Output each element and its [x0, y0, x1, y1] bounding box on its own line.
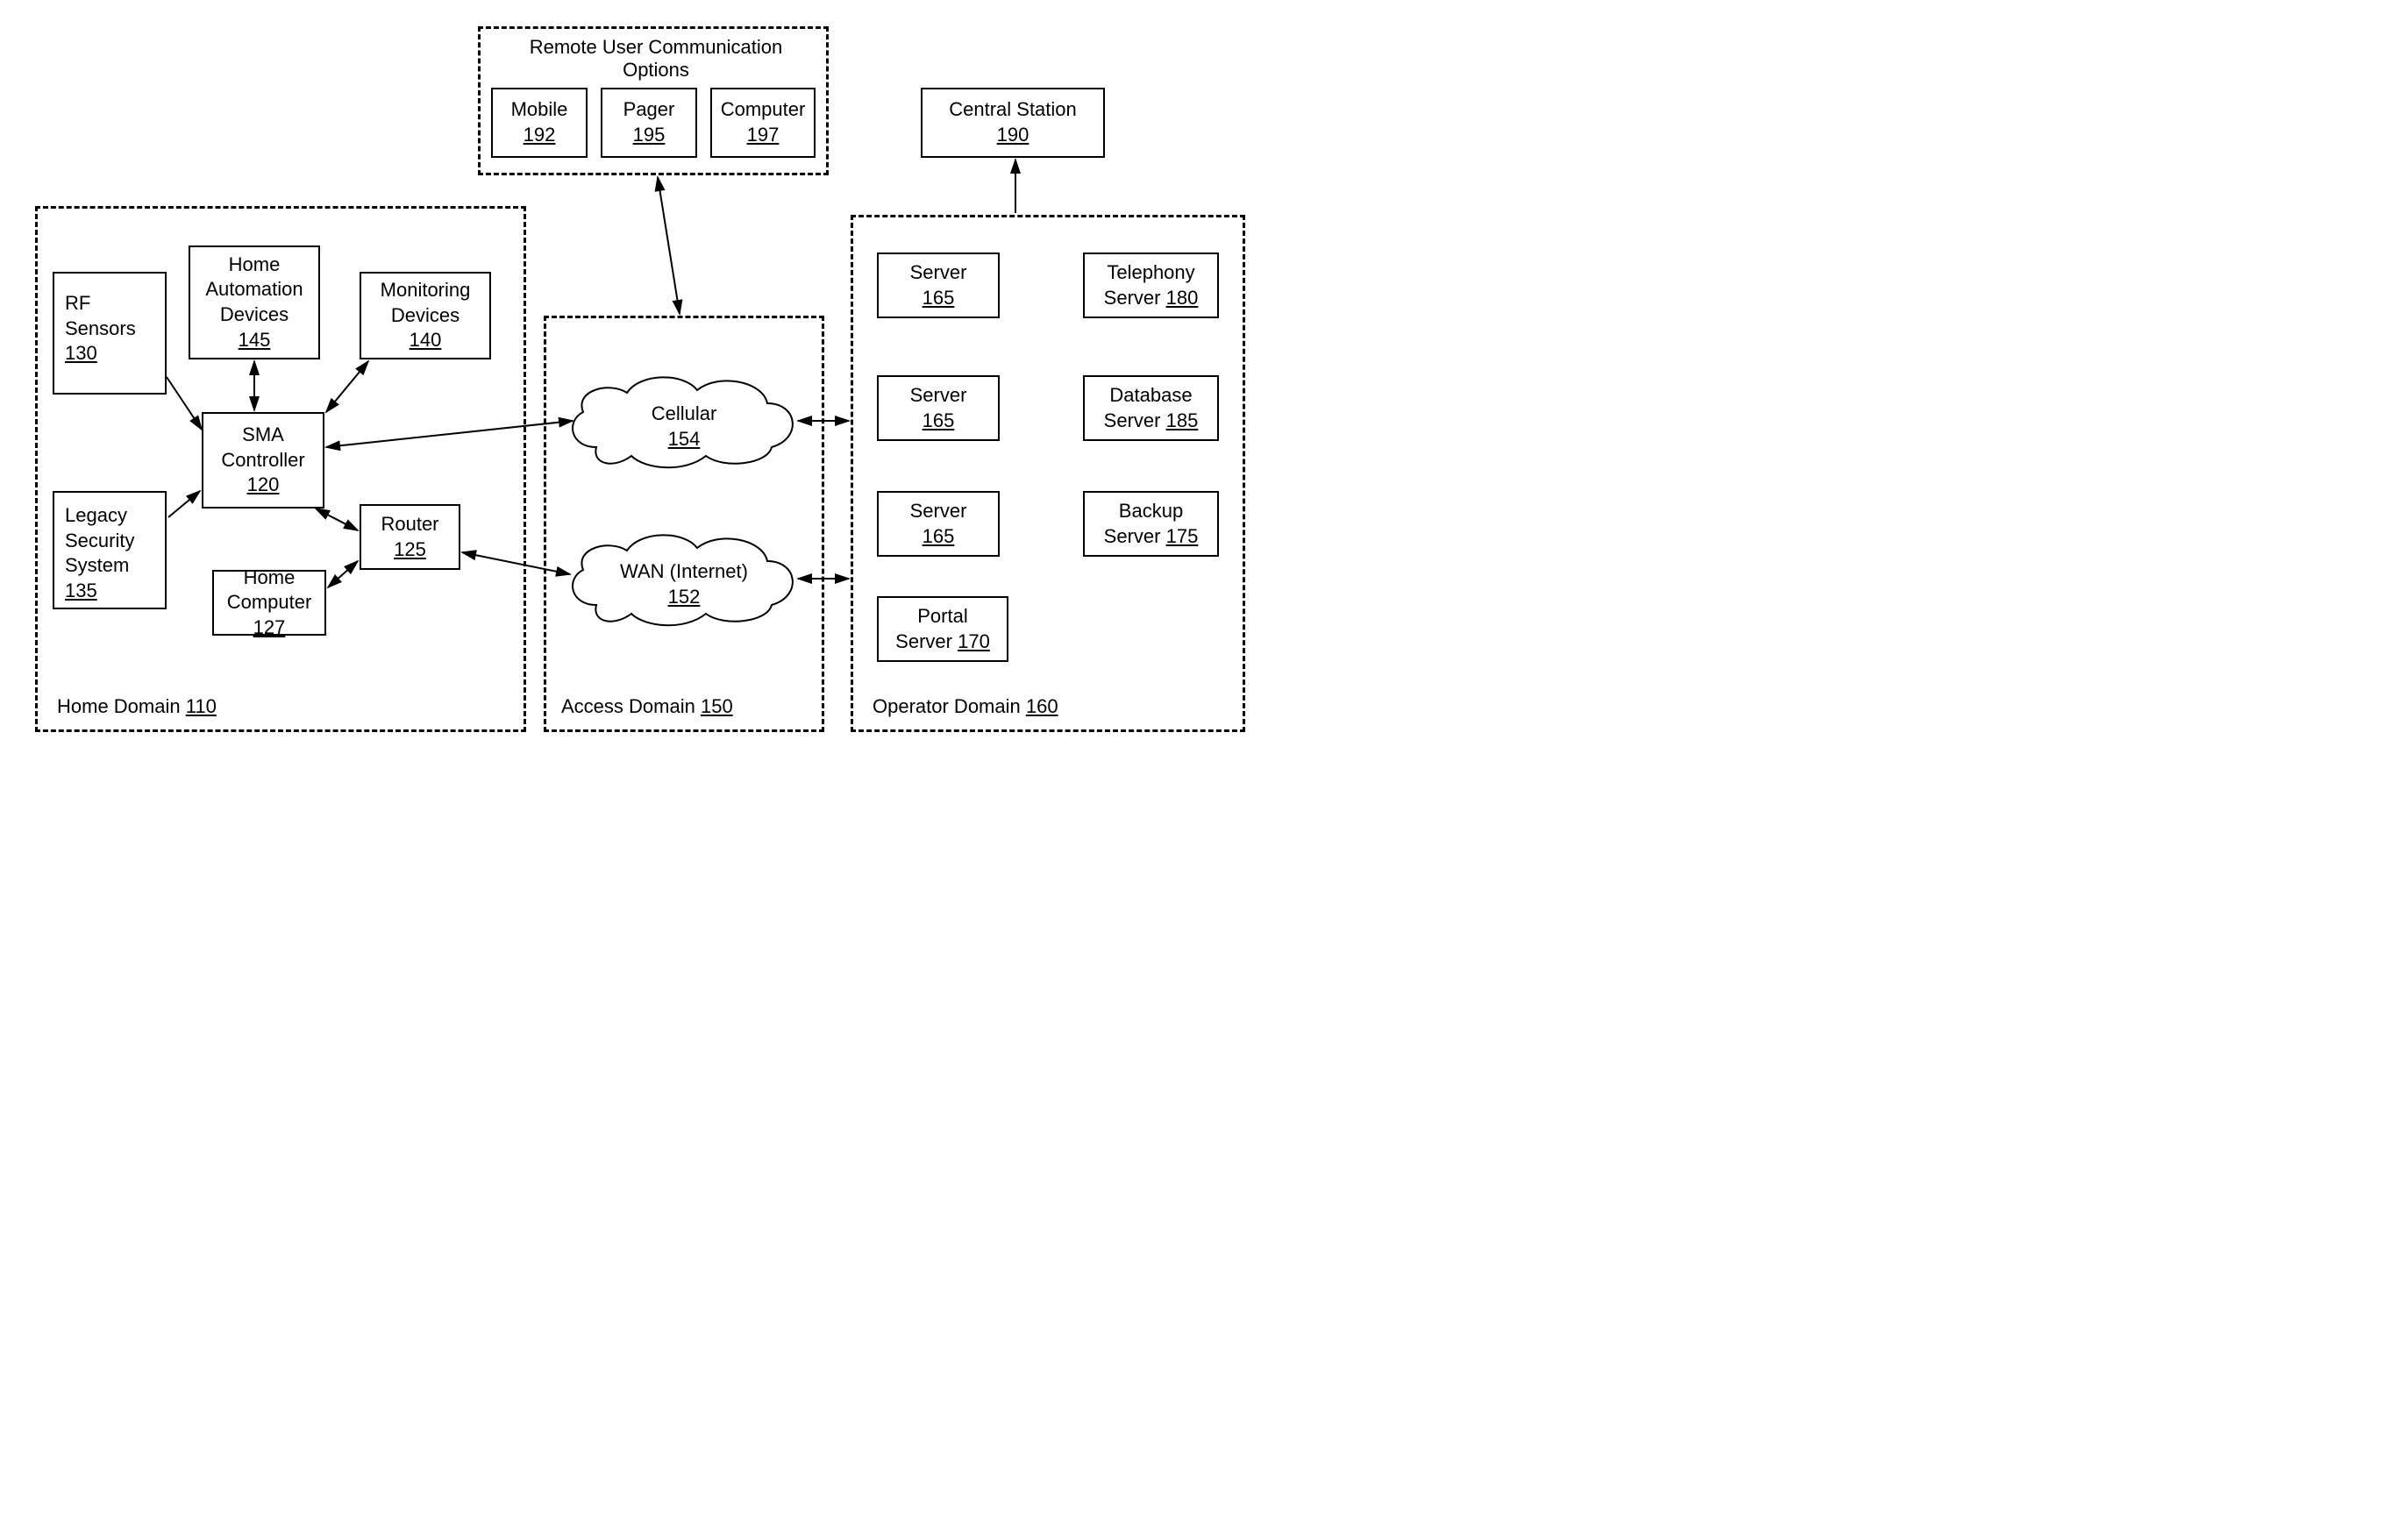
leg-num: 135 [58, 579, 97, 604]
wan-num: 152 [668, 586, 701, 608]
mon-l1: Monitoring [381, 278, 471, 303]
hcomp-l1: Home [244, 565, 296, 591]
sma-l2: Controller [221, 448, 304, 473]
legacy-security-box: Legacy Security System 135 [53, 491, 167, 609]
tel-l1: Telephony [1107, 260, 1194, 286]
computer-num: 197 [747, 123, 780, 148]
backup-num: 175 [1166, 525, 1199, 547]
router-label: Router [381, 512, 438, 537]
mobile-box: Mobile 192 [491, 88, 588, 158]
leg-l3: System [58, 553, 129, 579]
computer-label: Computer [721, 97, 806, 123]
sma-num: 120 [247, 473, 280, 498]
operator-domain-label: Operator Domain 160 [873, 695, 1058, 718]
had-num: 145 [239, 328, 271, 353]
pager-label: Pager [623, 97, 675, 123]
central-station-box: Central Station 190 [921, 88, 1105, 158]
mon-l2: Devices [391, 303, 460, 329]
server1-label: Server [910, 260, 967, 286]
mobile-label: Mobile [511, 97, 568, 123]
portal-l1: Portal [917, 604, 967, 629]
telephony-server-box: Telephony Server 180 [1083, 252, 1219, 318]
hcomp-l2: Computer [227, 590, 312, 615]
sma-controller-box: SMA Controller 120 [202, 412, 324, 509]
server-1-box: Server 165 [877, 252, 1000, 318]
portal-server-box: Portal Server 170 [877, 596, 1008, 662]
server3-label: Server [910, 499, 967, 524]
backup-server-box: Backup Server 175 [1083, 491, 1219, 557]
portal-num: 170 [958, 630, 990, 652]
server-2-box: Server 165 [877, 375, 1000, 441]
access-domain-label: Access Domain 150 [561, 695, 733, 718]
central-num: 190 [997, 123, 1029, 148]
sma-l1: SMA [242, 423, 284, 448]
had-l1: Home [229, 252, 281, 278]
backup-l1: Backup [1119, 499, 1183, 524]
had-l3: Devices [220, 302, 289, 328]
cell-label: Cellular [652, 402, 717, 424]
server2-label: Server [910, 383, 967, 409]
leg-l2: Security [58, 529, 134, 554]
db-num: 185 [1166, 409, 1199, 431]
rf-label: RFSensors [58, 291, 136, 341]
wan-label: WAN (Internet) [620, 560, 748, 582]
router-num: 125 [394, 537, 426, 563]
computer-box: Computer 197 [710, 88, 816, 158]
monitoring-devices-box: Monitoring Devices 140 [360, 272, 491, 359]
home-automation-box: Home Automation Devices 145 [189, 245, 320, 359]
server1-num: 165 [923, 286, 955, 311]
home-computer-box: Home Computer 127 [212, 570, 326, 636]
diagram-canvas: Remote User Communication Options Mobile… [18, 18, 1263, 745]
tel-num: 180 [1166, 287, 1199, 309]
server-3-box: Server 165 [877, 491, 1000, 557]
cellular-cloud: Cellular 154 [561, 368, 807, 473]
home-domain-label: Home Domain 110 [57, 695, 217, 718]
had-l2: Automation [205, 277, 303, 302]
central-label: Central Station [949, 97, 1077, 123]
pager-num: 195 [633, 123, 666, 148]
db-l1: Database [1109, 383, 1192, 409]
server2-num: 165 [923, 409, 955, 434]
cell-num: 154 [668, 428, 701, 450]
hcomp-num: 127 [253, 615, 286, 641]
rf-sensors-box: RFSensors 130 [53, 272, 167, 395]
rf-num: 130 [58, 341, 97, 366]
pager-box: Pager 195 [601, 88, 697, 158]
mon-num: 140 [410, 328, 442, 353]
database-server-box: Database Server 185 [1083, 375, 1219, 441]
remote-title: Remote User Communication Options [524, 36, 787, 82]
leg-l1: Legacy [58, 503, 127, 529]
mobile-num: 192 [524, 123, 556, 148]
wan-cloud: WAN (Internet) 152 [561, 526, 807, 631]
router-box: Router 125 [360, 504, 460, 570]
server3-num: 165 [923, 524, 955, 550]
